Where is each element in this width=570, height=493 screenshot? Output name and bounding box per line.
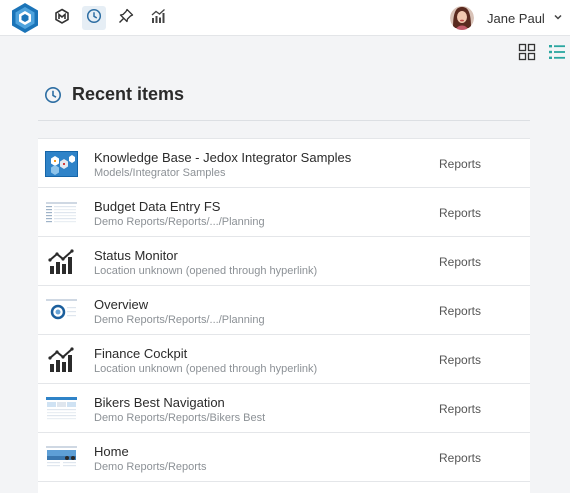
item-path: Location unknown (opened through hyperli… (94, 265, 318, 277)
jedox-logo-icon[interactable] (9, 2, 41, 34)
chart-icon (150, 8, 166, 29)
report-chart-icon (45, 249, 78, 275)
list-item[interactable]: Home Demo Reports/Reports Reports (38, 433, 530, 482)
clock-icon (86, 8, 102, 29)
clock-icon (44, 86, 62, 104)
report-chart-icon (45, 347, 78, 373)
item-path: Demo Reports/Reports/Bikers Best (94, 412, 266, 424)
cube-icon (54, 8, 70, 29)
item-type: Reports (439, 304, 482, 318)
list-item[interactable]: Budget Data Entry FS Demo Reports/Report… (38, 188, 530, 237)
page-title: Recent items (72, 84, 185, 104)
chevron-down-icon (553, 9, 563, 27)
list-item[interactable] (38, 482, 530, 493)
divider (38, 120, 530, 121)
item-path: Models/Integrator Samples (94, 167, 226, 179)
navigation-thumbnail-icon (45, 396, 78, 422)
item-type: Reports (439, 255, 482, 269)
spreadsheet-thumbnail-icon (45, 200, 78, 226)
item-type: Reports (439, 206, 482, 220)
list-item[interactable]: Finance Cockpit Location unknown (opened… (38, 335, 530, 384)
item-type: Reports (439, 157, 482, 171)
item-name: Budget Data Entry FS (94, 199, 221, 214)
list-item[interactable]: Overview Demo Reports/Reports/.../Planni… (38, 286, 530, 335)
nav-reports-button[interactable] (146, 6, 170, 30)
item-path: Location unknown (opened through hyperli… (94, 363, 318, 375)
nav-pinned-button[interactable] (114, 6, 138, 30)
item-name: Overview (94, 297, 149, 312)
home-thumbnail-icon (45, 445, 78, 471)
item-type: Reports (439, 402, 482, 416)
item-name: Finance Cockpit (94, 346, 188, 361)
item-name: Knowledge Base - Jedox Integrator Sample… (94, 150, 352, 165)
item-path: Demo Reports/Reports/.../Planning (94, 216, 265, 228)
item-name: Status Monitor (94, 248, 178, 263)
model-thumbnail-icon (45, 151, 78, 177)
item-path: Demo Reports/Reports (94, 461, 207, 473)
nav-recent-button[interactable] (82, 6, 106, 30)
item-type: Reports (439, 451, 482, 465)
item-type: Reports (439, 353, 482, 367)
user-name: Jane Paul (487, 10, 545, 26)
top-bar: Jane Paul (0, 0, 570, 36)
item-name: Home (94, 444, 129, 459)
list-item[interactable]: Status Monitor Location unknown (opened … (38, 237, 530, 286)
recent-items-list: Knowledge Base - Jedox Integrator Sample… (38, 138, 530, 493)
page-header: Recent items (44, 84, 184, 105)
grid-icon (518, 43, 536, 66)
list-icon (548, 43, 566, 66)
overview-thumbnail-icon (45, 298, 78, 324)
user-menu[interactable]: Jane Paul (450, 5, 563, 31)
item-name: Bikers Best Navigation (94, 395, 225, 410)
list-item[interactable]: Knowledge Base - Jedox Integrator Sample… (38, 139, 530, 188)
grid-view-button[interactable] (517, 43, 537, 66)
avatar (450, 6, 474, 30)
nav-models-button[interactable] (50, 6, 74, 30)
item-path: Demo Reports/Reports/.../Planning (94, 314, 265, 326)
list-view-button[interactable] (547, 44, 567, 64)
pin-icon (118, 8, 134, 29)
list-item[interactable]: Bikers Best Navigation Demo Reports/Repo… (38, 384, 530, 433)
